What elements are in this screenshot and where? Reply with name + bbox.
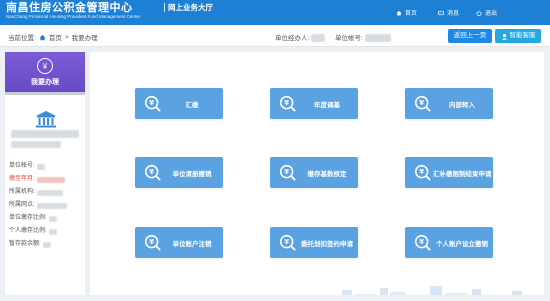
tile-limit-end-request[interactable]: ¥ 汇补缴限制结束申请: [405, 157, 493, 188]
search-money-icon: ¥: [414, 234, 431, 251]
svg-text:¥: ¥: [149, 238, 154, 246]
site-subtitle: 网上业务大厅: [164, 3, 213, 12]
site-logo[interactable]: 南昌住房公积金管理中心 NanChang Provincial Housing …: [6, 2, 140, 20]
info-row: 缴至年月:: [9, 173, 85, 186]
breadcrumb: 当前位置: 首页 > 我要办理: [8, 32, 98, 43]
unit-account-redacted: [364, 34, 391, 43]
power-icon: [476, 10, 482, 16]
tile-label: 年度调基: [314, 101, 340, 109]
info-value-redacted: [48, 228, 57, 235]
message-icon: [438, 10, 444, 15]
customer-service-icon: [501, 33, 507, 40]
breadcrumb-prefix: 当前位置:: [8, 35, 36, 42]
tile-debit-agreement[interactable]: ¥ 委托划扣签约申请: [270, 227, 358, 258]
building-icon: [36, 111, 56, 128]
svg-text:¥: ¥: [284, 238, 289, 246]
smart-service-label: 智能客服: [509, 32, 536, 39]
unit-agent: 单位经办人:: [275, 32, 326, 43]
tile-internal-transfer[interactable]: ¥ 内部转入: [405, 88, 493, 119]
tile-roster-cancel[interactable]: ¥ 单位清册撤销: [135, 157, 223, 188]
sidebar: ¥ 我要办理 单位帐号: 缴至年月: 所属机构: 所属网点: 单位缴存比例: 个…: [5, 52, 85, 295]
site-title: 南昌住房公积金管理中心: [6, 2, 133, 14]
info-label: 个人缴存比例:: [9, 228, 47, 234]
skyline-decoration: [342, 286, 522, 295]
info-value-redacted: [36, 176, 65, 183]
svg-text:¥: ¥: [284, 99, 289, 107]
tile-personal-account[interactable]: ¥ 个人账户设立撤销: [405, 227, 493, 258]
breadcrumb-home[interactable]: 首页: [49, 32, 62, 42]
unit-agent-redacted: [311, 34, 326, 43]
info-label: 单位帐号:: [9, 163, 35, 169]
info-label: 暂存款余额:: [9, 241, 41, 247]
nav-message[interactable]: 消息: [438, 8, 459, 17]
breadcrumb-current: 我要办理: [71, 35, 98, 42]
info-value-redacted: [48, 215, 57, 222]
tile-label: 汇补缴限制结束申请: [433, 170, 492, 178]
search-money-icon: ¥: [414, 95, 431, 112]
info-row: 暂存款余额:: [9, 238, 85, 251]
nav-logout-label: 退出: [485, 11, 498, 17]
info-value-redacted: [36, 163, 45, 170]
unit-account: 单位帐号:: [335, 32, 391, 43]
info-value-redacted: [36, 189, 63, 196]
nav-message-label: 消息: [447, 11, 460, 17]
smart-service-button[interactable]: 智能客服: [495, 29, 541, 43]
tile-account-close[interactable]: ¥ 单位账户注销: [135, 227, 223, 258]
info-label: 缴至年月:: [9, 176, 35, 182]
nav-home[interactable]: 首页: [396, 8, 417, 17]
info-value-redacted: [42, 241, 51, 248]
home-icon: [39, 34, 46, 40]
svg-text:¥: ¥: [149, 99, 154, 107]
svg-text:¥: ¥: [284, 168, 289, 176]
tile-annual-base[interactable]: ¥ 年度调基: [270, 88, 358, 119]
search-money-icon: ¥: [144, 164, 161, 181]
tile-label: 缴存基数核定: [307, 170, 347, 178]
info-row: 单位缴存比例:: [9, 212, 85, 225]
nav-home-label: 首页: [405, 11, 418, 17]
tile-label: 单位账户注销: [172, 240, 212, 248]
svg-text:¥: ¥: [419, 238, 424, 246]
site-title-en: NanChang Provincial Housing Provident Fu…: [6, 14, 141, 19]
search-money-icon: ¥: [279, 234, 296, 251]
info-row: 个人缴存比例:: [9, 225, 85, 238]
info-value-redacted: [36, 202, 67, 209]
unit-name-redacted-2: [11, 141, 61, 148]
tile-label: 个人账户设立撤销: [436, 240, 488, 248]
tile-label: 委托划扣签约申请: [301, 240, 353, 248]
info-row: 所属机构:: [9, 186, 85, 199]
tile-label: 汇缴: [185, 101, 199, 109]
top-header: 南昌住房公积金管理中心 NanChang Provincial Housing …: [0, 0, 550, 25]
breadcrumb-bar: 当前位置: 首页 > 我要办理 单位经办人: 单位帐号: 返回上一页 智能客服: [0, 25, 550, 47]
yen-icon: ¥: [37, 58, 53, 74]
info-label: 单位缴存比例:: [9, 215, 47, 221]
info-label: 所属网点:: [9, 202, 35, 208]
tile-label: 单位清册撤销: [172, 170, 212, 178]
sidebar-title: 我要办理: [31, 79, 59, 86]
svg-text:¥: ¥: [419, 168, 424, 176]
sidebar-header: ¥ 我要办理: [5, 52, 85, 92]
unit-account-label: 单位帐号:: [335, 35, 363, 42]
search-money-icon: ¥: [144, 234, 161, 251]
unit-name-redacted: [11, 130, 79, 138]
main-panel: ¥ 汇缴 ¥ 年度调基 ¥ 内部转入 ¥ 单位清册撤销 ¥ 缴存基数核定 ¥ 汇…: [90, 52, 544, 295]
unit-info-list: 单位帐号: 缴至年月: 所属机构: 所属网点: 单位缴存比例: 个人缴存比例: …: [9, 160, 85, 251]
breadcrumb-separator: >: [64, 33, 69, 41]
back-button[interactable]: 返回上一页: [448, 29, 492, 43]
search-money-icon: ¥: [279, 95, 296, 112]
search-money-icon: ¥: [144, 95, 161, 112]
info-row: 单位帐号:: [9, 160, 85, 173]
nav-logout[interactable]: 退出: [476, 8, 497, 17]
svg-text:¥: ¥: [149, 168, 154, 176]
info-label: 所属机构:: [9, 189, 35, 195]
tile-remit[interactable]: ¥ 汇缴: [135, 88, 223, 119]
info-row: 所属网点:: [9, 199, 85, 212]
tile-label: 内部转入: [449, 101, 475, 109]
search-money-icon: ¥: [414, 164, 431, 181]
search-money-icon: ¥: [279, 164, 296, 181]
tile-base-verify[interactable]: ¥ 缴存基数核定: [270, 157, 358, 188]
unit-agent-label: 单位经办人:: [275, 35, 310, 42]
sidebar-divider: [5, 92, 85, 95]
home-icon: [396, 10, 402, 15]
svg-text:¥: ¥: [419, 99, 424, 107]
